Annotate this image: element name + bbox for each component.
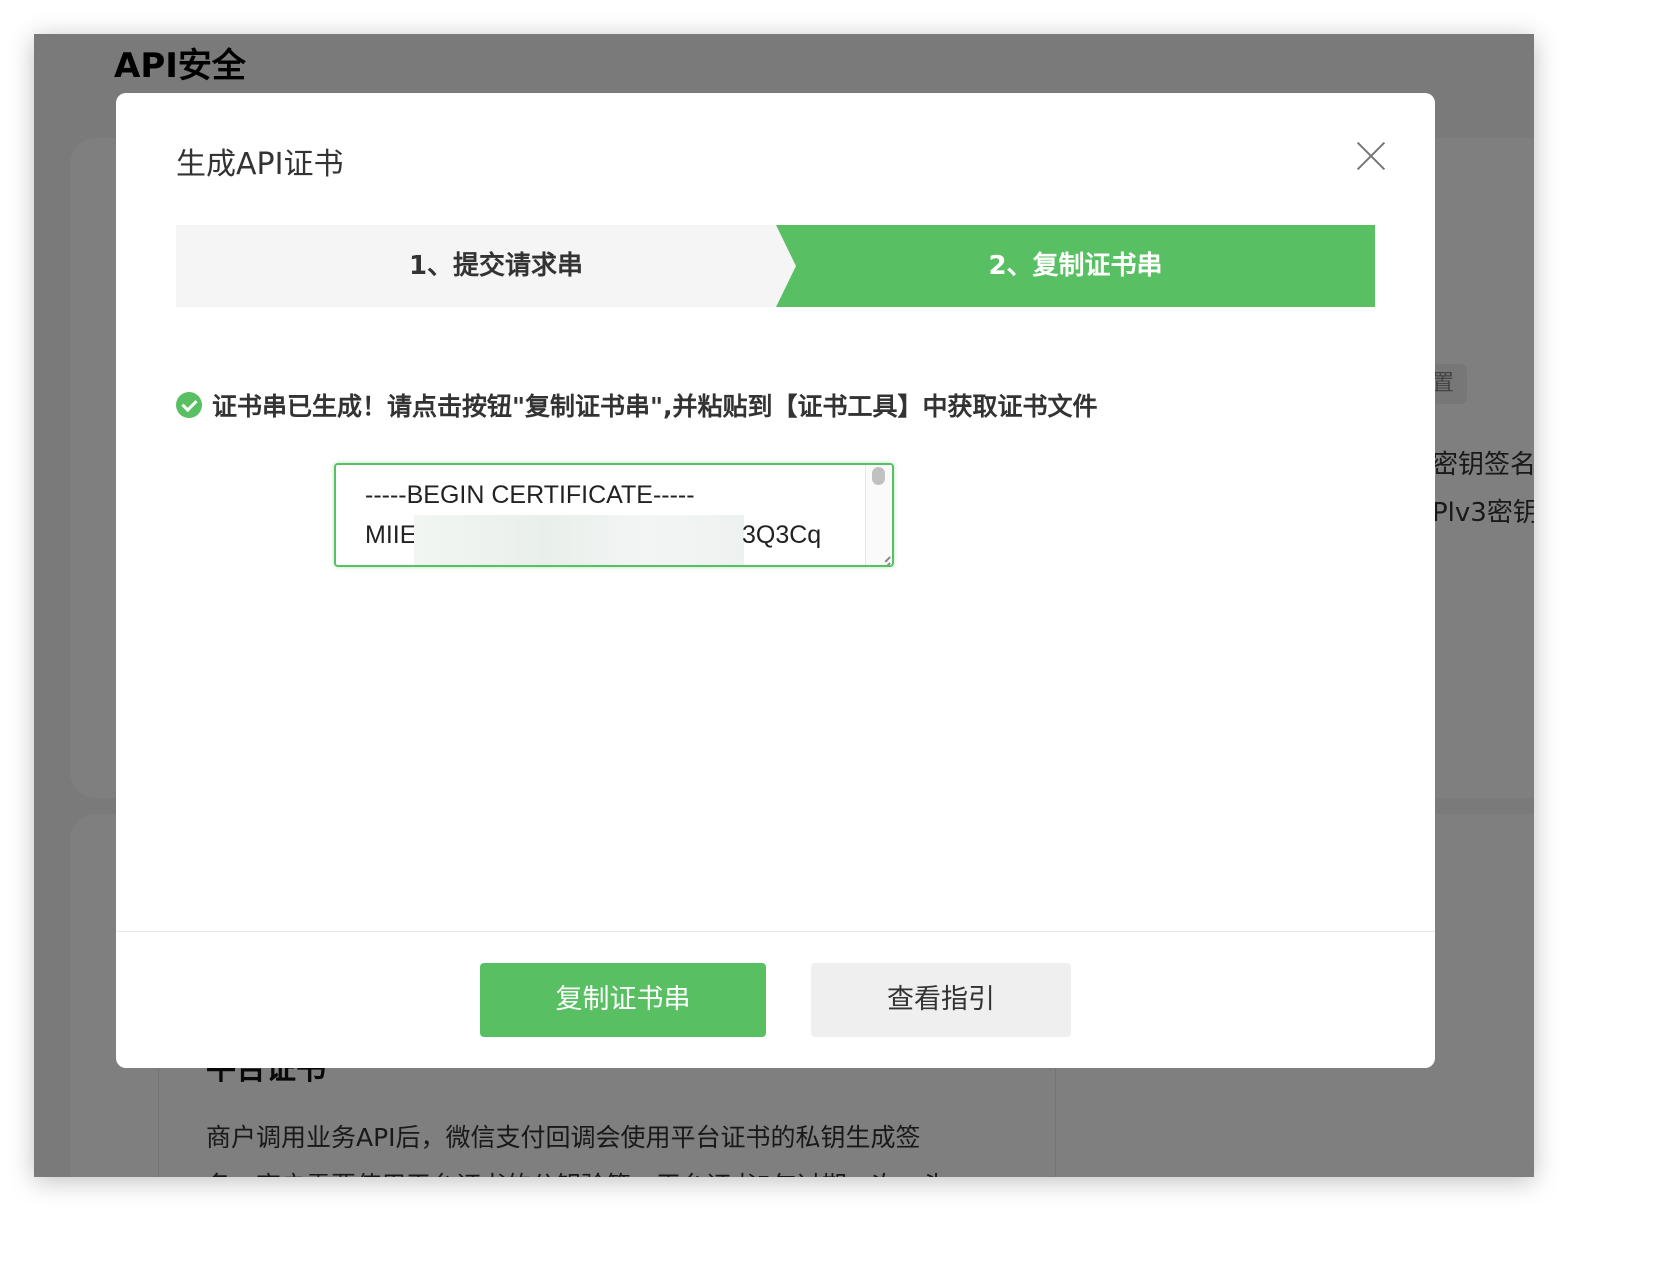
certificate-line: -----BEGIN CERTIFICATE----- <box>365 481 695 509</box>
close-icon[interactable] <box>1354 139 1388 173</box>
certificate-line: MIIE <box>365 521 417 549</box>
scrollbar-thumb[interactable] <box>872 467 885 485</box>
success-text: 证书串已生成！请点击按钮"复制证书串",并粘贴到【证书工具】中获取证书文件 <box>212 392 1098 421</box>
step-label: 1、提交请求串 <box>408 251 584 281</box>
certificate-textarea[interactable]: -----BEGIN CERTIFICATE----- MIIE 3Q3Cq <box>334 463 894 567</box>
redacted-area <box>414 515 744 565</box>
step-submit-request: 1、提交请求串 <box>176 225 816 307</box>
success-message: 证书串已生成！请点击按钮"复制证书串",并粘贴到【证书工具】中获取证书文件 <box>176 387 1098 423</box>
copy-certificate-button[interactable]: 复制证书串 <box>480 963 766 1037</box>
resize-handle-icon[interactable] <box>876 549 890 563</box>
check-circle-icon <box>176 392 202 418</box>
steps-bar: 1、提交请求串 2、复制证书串 <box>176 225 1375 307</box>
screenshot-window: API安全 置 密钥签名 Plv3密钥 平台证书 商户调用业务API后，微信支付… <box>34 34 1534 1177</box>
generate-api-certificate-dialog: 生成API证书 1、提交请求串 2、复制证书串 证书串已生成！请点击按钮"复制证… <box>116 93 1435 1068</box>
footer-divider <box>116 931 1435 932</box>
certificate-line-end: 3Q3Cq <box>742 521 822 549</box>
step-label: 2、复制证书串 <box>988 251 1163 281</box>
step-copy-certificate: 2、复制证书串 <box>776 225 1375 307</box>
dialog-title: 生成API证书 <box>176 147 344 182</box>
view-guide-button[interactable]: 查看指引 <box>811 963 1071 1037</box>
